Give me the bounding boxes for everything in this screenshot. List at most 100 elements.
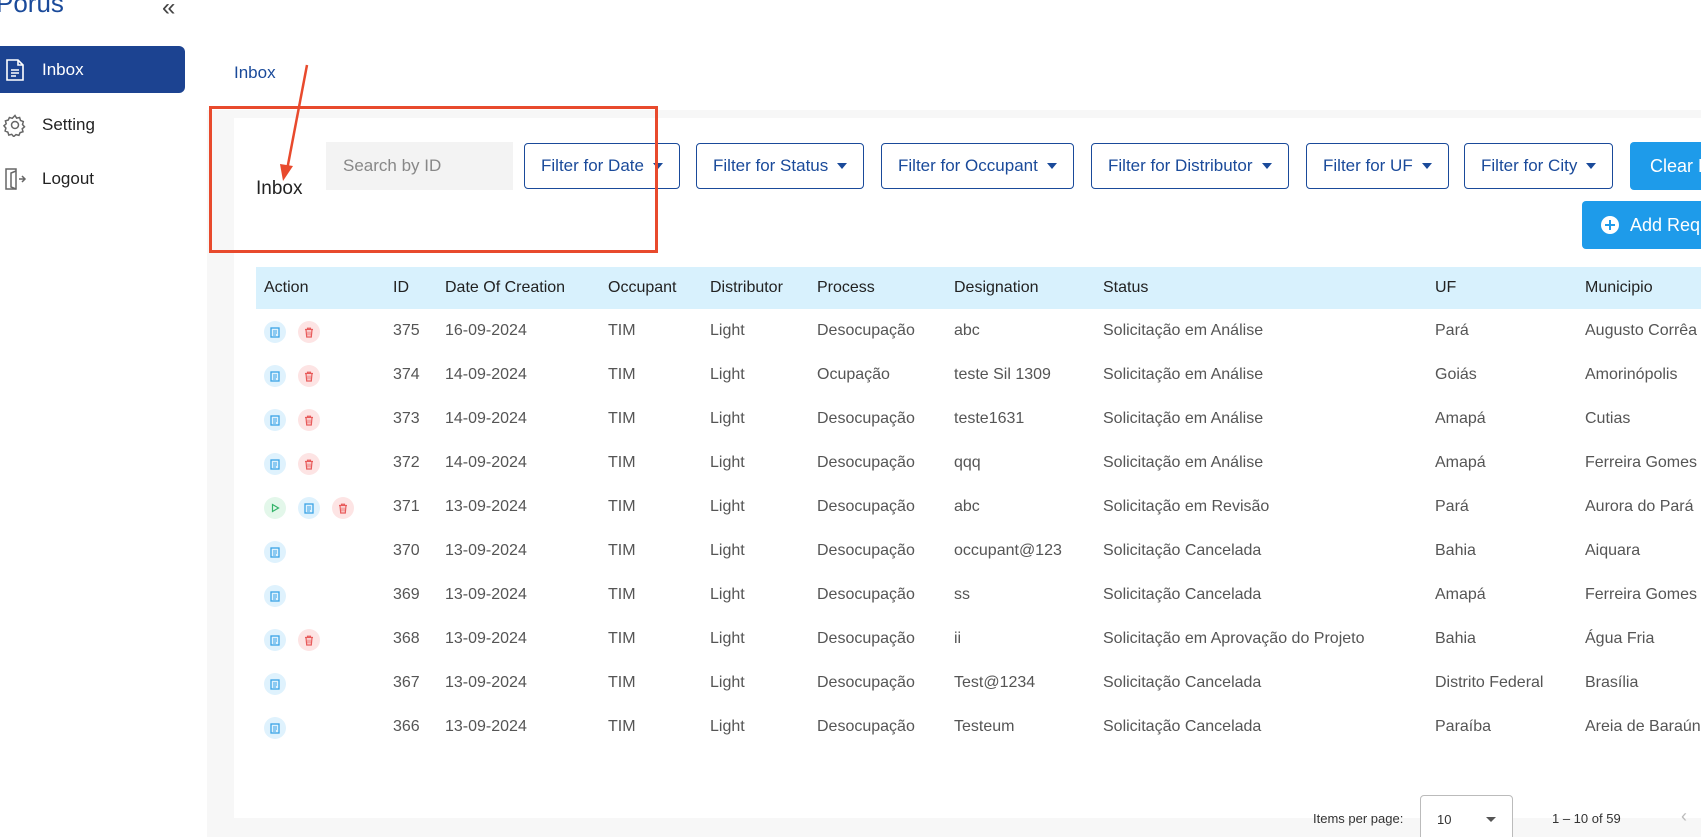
- play-icon[interactable]: [264, 497, 286, 519]
- brand-logo: Porus: [0, 0, 64, 18]
- column-header-designation[interactable]: Designation: [954, 279, 1039, 297]
- cell-process: Desocupação: [817, 410, 915, 427]
- column-header-occupant[interactable]: Occupant: [608, 279, 676, 297]
- trash-icon[interactable]: [298, 409, 320, 431]
- cell-distributor: Light: [710, 674, 745, 691]
- view-document-icon[interactable]: [264, 321, 286, 343]
- table-row[interactable]: 371 13-09-2024 TIM Light Desocupação abc Solic…: [256, 485, 1701, 529]
- cell-uf: Pará: [1435, 498, 1469, 515]
- logout-icon: [2, 167, 28, 191]
- column-header-date[interactable]: Date Of Creation: [445, 279, 565, 297]
- view-document-icon[interactable]: [264, 409, 286, 431]
- cell-process: Desocupação: [817, 586, 915, 603]
- sidebar-item-logout[interactable]: Logout: [0, 155, 185, 202]
- cell-occupant: TIM: [608, 498, 636, 515]
- trash-icon[interactable]: [298, 453, 320, 475]
- table-row[interactable]: 369 13-09-2024 TIM Light Desocupação ss Solici…: [256, 573, 1701, 617]
- collapse-sidebar-icon[interactable]: «: [162, 0, 175, 22]
- table-row[interactable]: 372 14-09-2024 TIM Light Desocupação qqq Solic…: [256, 441, 1701, 485]
- add-request-label: Add Request: [1630, 214, 1701, 235]
- filter-occupant-dropdown[interactable]: Filter for Occupant: [881, 143, 1074, 189]
- cell-municipio: Água Fria: [1585, 630, 1655, 647]
- column-header-status[interactable]: Status: [1103, 279, 1148, 297]
- trash-icon[interactable]: [298, 321, 320, 343]
- cell-designation: teste1631: [954, 410, 1025, 427]
- table-row[interactable]: 366 13-09-2024 TIM Light Desocupação Testeum S…: [256, 705, 1701, 749]
- view-document-icon[interactable]: [264, 365, 286, 387]
- table-row[interactable]: 368 13-09-2024 TIM Light Desocupação ii Solici…: [256, 617, 1701, 661]
- cell-distributor: Light: [710, 498, 745, 515]
- cell-uf: Amapá: [1435, 410, 1486, 427]
- sidebar-item-inbox[interactable]: Inbox: [0, 46, 185, 93]
- cell-municipio: Aurora do Pará: [1585, 498, 1694, 515]
- table-row[interactable]: 373 14-09-2024 TIM Light Desocupação teste163…: [256, 397, 1701, 441]
- cell-uf: Distrito Federal: [1435, 674, 1544, 691]
- cell-occupant: TIM: [608, 410, 636, 427]
- cell-id: 373: [393, 410, 420, 427]
- previous-page-icon[interactable]: ‹: [1681, 806, 1687, 827]
- cell-status: Solicitação em Aprovação do Projeto: [1103, 630, 1365, 647]
- cell-id: 370: [393, 542, 420, 559]
- view-document-icon[interactable]: [264, 453, 286, 475]
- filter-city-dropdown[interactable]: Filter for City: [1464, 143, 1614, 189]
- cell-process: Desocupação: [817, 674, 915, 691]
- cell-distributor: Light: [710, 586, 745, 603]
- sidebar: Porus « Inbox Setting Logout: [0, 0, 207, 837]
- view-document-icon[interactable]: [264, 585, 286, 607]
- cell-uf: Goiás: [1435, 366, 1477, 383]
- cell-id: 369: [393, 586, 420, 603]
- clear-filters-button[interactable]: Clear Filters: [1630, 142, 1701, 190]
- cell-distributor: Light: [710, 410, 745, 427]
- cell-status: Solicitação em Revisão: [1103, 498, 1270, 515]
- caret-down-icon: [1586, 163, 1597, 169]
- filter-distributor-dropdown[interactable]: Filter for Distributor: [1091, 143, 1289, 189]
- cell-distributor: Light: [710, 322, 745, 339]
- cell-process: Ocupação: [817, 366, 890, 383]
- table-row[interactable]: 374 14-09-2024 TIM Light Ocupação teste Sil 1…: [256, 353, 1701, 397]
- filter-label: Filter for Occupant: [898, 156, 1038, 175]
- cell-municipio: Amorinópolis: [1585, 366, 1678, 383]
- breadcrumb[interactable]: Inbox: [234, 63, 276, 83]
- cell-id: 367: [393, 674, 420, 691]
- column-header-id[interactable]: ID: [393, 279, 409, 297]
- add-request-button[interactable]: Add Request: [1582, 201, 1701, 249]
- sidebar-item-setting[interactable]: Setting: [0, 101, 185, 148]
- column-header-process[interactable]: Process: [817, 279, 875, 297]
- view-document-icon[interactable]: [298, 497, 320, 519]
- cell-occupant: TIM: [608, 322, 636, 339]
- cell-id: 371: [393, 498, 420, 515]
- cell-occupant: TIM: [608, 718, 636, 735]
- trash-icon[interactable]: [332, 497, 354, 519]
- column-header-distributor[interactable]: Distributor: [710, 279, 783, 297]
- view-document-icon[interactable]: [264, 629, 286, 651]
- table-row[interactable]: 375 16-09-2024 TIM Light Desocupação abc Solic…: [256, 309, 1701, 353]
- cell-id: 375: [393, 322, 420, 339]
- cell-date: 13-09-2024: [445, 498, 527, 515]
- view-document-icon[interactable]: [264, 717, 286, 739]
- cell-status: Solicitação em Análise: [1103, 454, 1264, 471]
- items-per-page-label: Items per page:: [1313, 811, 1404, 826]
- column-header-municipio[interactable]: Municipio: [1585, 279, 1653, 297]
- cell-designation: abc: [954, 498, 980, 515]
- cell-occupant: TIM: [608, 674, 636, 691]
- view-document-icon[interactable]: [264, 541, 286, 563]
- cell-occupant: TIM: [608, 454, 636, 471]
- cell-process: Desocupação: [817, 322, 915, 339]
- column-header-uf[interactable]: UF: [1435, 279, 1456, 297]
- filter-status-dropdown[interactable]: Filter for Status: [696, 143, 865, 189]
- cell-id: 374: [393, 366, 420, 383]
- trash-icon[interactable]: [298, 629, 320, 651]
- view-document-icon[interactable]: [264, 673, 286, 695]
- page-size-value: 10: [1437, 812, 1452, 827]
- trash-icon[interactable]: [298, 365, 320, 387]
- table-row[interactable]: 367 13-09-2024 TIM Light Desocupação Test@123…: [256, 661, 1701, 705]
- cell-municipio: Areia de Baraúnas: [1585, 718, 1701, 735]
- page-size-select[interactable]: 10: [1420, 795, 1513, 837]
- cell-occupant: TIM: [608, 586, 636, 603]
- cell-uf: Bahia: [1435, 542, 1476, 559]
- plus-circle-icon: [1600, 215, 1620, 235]
- table-row[interactable]: 370 13-09-2024 TIM Light Desocupação occupant…: [256, 529, 1701, 573]
- cell-designation: ss: [954, 586, 970, 603]
- cell-occupant: TIM: [608, 630, 636, 647]
- filter-uf-dropdown[interactable]: Filter for UF: [1306, 143, 1449, 189]
